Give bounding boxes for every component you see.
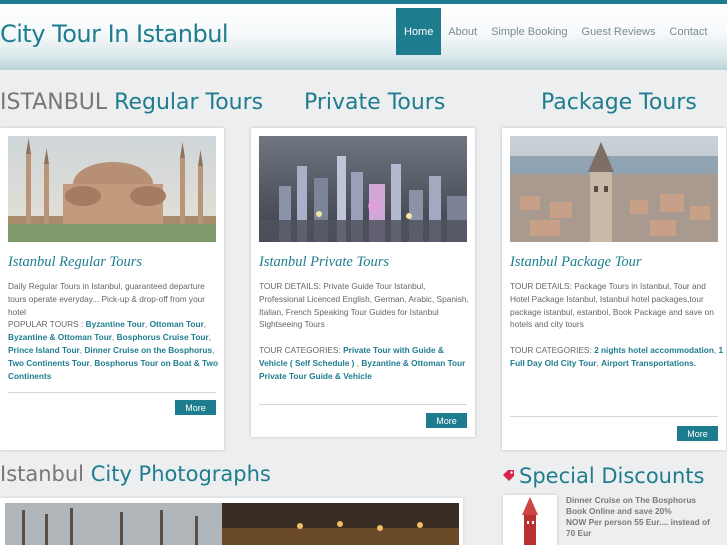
private-tours-more-button[interactable]: More	[426, 413, 467, 428]
nav-simple-booking[interactable]: Simple Booking	[484, 8, 574, 55]
package-tours-card-text: TOUR DETAILS: Package Tours in Istanbul,…	[510, 280, 724, 370]
city-photographs-heading: Istanbul City Photographs	[0, 462, 271, 486]
link-byzantine-ottoman-tour[interactable]: Byzantine & Ottoman Tour	[8, 332, 112, 342]
package-tours-more-button[interactable]: More	[677, 426, 718, 441]
link-two-nights-hotel[interactable]: 2 nights hotel accommodation	[594, 345, 714, 355]
regular-tours-popular: POPULAR TOURS : Byzantine Tour, Ottoman …	[8, 319, 219, 381]
link-ottoman-tour[interactable]: Ottoman Tour	[150, 319, 204, 329]
private-tours-card: Istanbul Private Tours TOUR DETAILS: Pri…	[251, 128, 475, 437]
link-airport-transportations[interactable]: Airport Transportations.	[601, 358, 696, 368]
package-tours-description: TOUR DETAILS: Package Tours in Istanbul,…	[510, 281, 714, 330]
discount-line-4: 70 Eur	[566, 528, 592, 538]
tag-icon	[503, 462, 515, 481]
discount-description[interactable]: Dinner Cruise on The Bosphorus Book Onli…	[566, 495, 727, 539]
regular-tours-heading-prefix: ISTANBUL	[0, 90, 108, 115]
special-discounts-heading: Special Discounts	[503, 462, 704, 488]
city-photographs-gallery[interactable]	[0, 498, 463, 545]
nav-about[interactable]: About	[441, 8, 484, 55]
city-photographs-heading-prefix: Istanbul	[0, 462, 85, 486]
istanbul-night-skyline-image[interactable]	[259, 136, 467, 242]
private-tours-card-text: TOUR DETAILS: Private Guide Tour Istanbu…	[259, 280, 473, 382]
main-nav: Home About Simple Booking Guest Reviews …	[396, 8, 714, 55]
popular-tours-label: POPULAR TOURS :	[8, 319, 86, 330]
link-two-continents-tour[interactable]: Two Continents Tour	[8, 358, 90, 368]
nav-home[interactable]: Home	[396, 8, 442, 55]
tour-categories-label: TOUR CATEGORIES:	[510, 344, 595, 355]
site-logo[interactable]: City Tour In Istanbul	[0, 20, 229, 48]
discount-line-3: NOW Per person 55 Eur.... instead of	[566, 517, 710, 527]
hagia-sophia-image[interactable]	[8, 136, 216, 242]
nav-guest-reviews[interactable]: Guest Reviews	[575, 8, 663, 55]
regular-tours-card-text: Daily Regular Tours in Istanbul, guarant…	[8, 280, 222, 382]
tour-categories-label: TOUR CATEGORIES:	[259, 344, 344, 355]
regular-tours-card: Istanbul Regular Tours Daily Regular Tou…	[0, 128, 224, 450]
special-discounts-title: Special Discounts	[519, 464, 705, 488]
private-tours-card-title[interactable]: Istanbul Private Tours	[259, 254, 389, 271]
regular-tours-heading: ISTANBUL Regular Tours	[0, 90, 263, 115]
regular-tours-more-button[interactable]: More	[175, 400, 216, 415]
card-divider	[8, 392, 216, 393]
discount-line-2: Book Online and save 20%	[566, 506, 672, 516]
private-tours-categories: TOUR CATEGORIES: Private Tour with Guide…	[259, 344, 466, 381]
package-tours-card: Istanbul Package Tour TOUR DETAILS: Pack…	[502, 128, 726, 450]
package-tours-categories: TOUR CATEGORIES: 2 nights hotel accommod…	[510, 344, 724, 368]
private-tours-description: TOUR DETAILS: Private Guide Tour Istanbu…	[259, 281, 469, 330]
card-divider	[510, 416, 718, 417]
link-dinner-cruise[interactable]: Dinner Cruise on the Bosphorus	[84, 345, 212, 355]
package-tours-heading: Package Tours	[541, 90, 697, 115]
link-byzantine-tour[interactable]: Byzantine Tour	[86, 319, 145, 329]
regular-tours-heading-rest: Regular Tours	[107, 90, 264, 115]
package-tours-card-title[interactable]: Istanbul Package Tour	[510, 254, 642, 271]
link-prince-island-tour[interactable]: Prince Island Tour	[8, 345, 80, 355]
regular-tours-description: Daily Regular Tours in Istanbul, guarant…	[8, 281, 206, 317]
nav-contact[interactable]: Contact	[663, 8, 715, 55]
discount-thumbnail[interactable]	[503, 495, 557, 545]
link-bosphorus-cruise-tour[interactable]: Bosphorus Cruise Tour	[117, 332, 209, 342]
regular-tours-card-title[interactable]: Istanbul Regular Tours	[8, 254, 142, 271]
header-bar: City Tour In Istanbul Home About Simple …	[0, 0, 727, 70]
city-photographs-heading-rest: City Photographs	[84, 462, 271, 486]
galata-tower-image[interactable]	[510, 136, 718, 242]
private-tours-heading: Private Tours	[304, 90, 446, 115]
discount-line-1: Dinner Cruise on The Bosphorus	[566, 495, 696, 505]
card-divider	[259, 404, 467, 405]
